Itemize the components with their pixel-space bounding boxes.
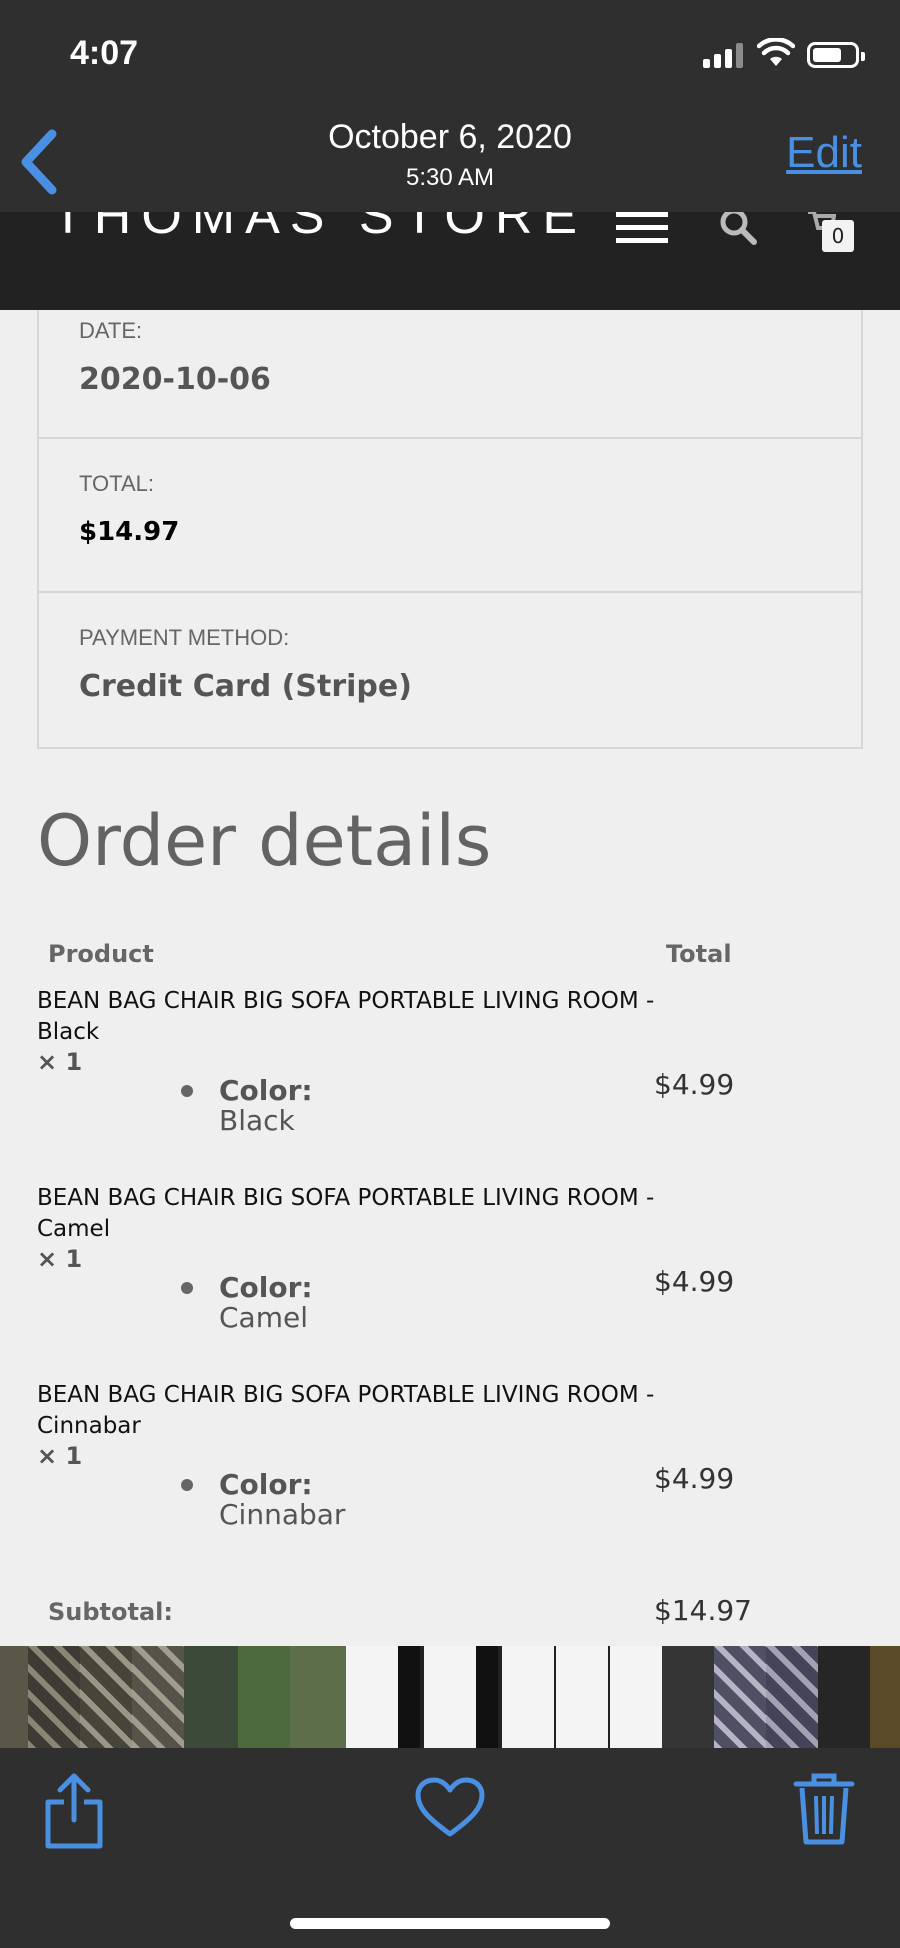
- column-header-product: Product: [48, 940, 154, 968]
- payment-method-value: Credit Card (Stripe): [79, 669, 412, 704]
- product-quantity: × 1: [37, 1048, 83, 1076]
- photo-thumbnail[interactable]: [870, 1646, 900, 1748]
- order-details-title: Order details: [37, 800, 492, 882]
- photo-thumbnail[interactable]: [662, 1646, 714, 1748]
- photo-thumbnail[interactable]: [238, 1646, 290, 1748]
- heart-icon[interactable]: [414, 1776, 486, 1840]
- product-meta-key: Color:: [219, 1468, 313, 1501]
- trash-icon[interactable]: [792, 1770, 856, 1846]
- product-meta-value: Camel: [219, 1301, 308, 1334]
- line-item-total: $4.99: [654, 1462, 735, 1495]
- search-icon[interactable]: [718, 212, 758, 246]
- product-name-link[interactable]: BEAN BAG CHAIR BIG SOFA PORTABLE LIVING …: [37, 1183, 657, 1245]
- photo-thumbnail[interactable]: [184, 1646, 238, 1748]
- home-indicator[interactable]: [290, 1918, 610, 1929]
- photo-thumbnail[interactable]: [476, 1646, 498, 1748]
- status-bar: 4:07: [0, 0, 900, 110]
- order-date-label: DATE:: [79, 318, 143, 343]
- list-bullet: [181, 1479, 193, 1491]
- cart-count-badge: 0: [822, 220, 854, 252]
- product-meta-value: Black: [219, 1104, 295, 1137]
- order-date-value: 2020-10-06: [79, 362, 271, 397]
- photo-thumbnail[interactable]: [818, 1646, 870, 1748]
- cellular-signal-icon: [703, 42, 747, 68]
- photo-thumbnail[interactable]: [398, 1646, 420, 1748]
- photo-header: October 6, 2020 5:30 AM Edit: [0, 110, 900, 212]
- order-total: TOTAL: $14.97: [39, 439, 861, 593]
- product-meta-key: Color:: [219, 1074, 313, 1107]
- order-overview: DATE: 2020-10-06 TOTAL: $14.97 PAYMENT M…: [37, 310, 863, 749]
- product-meta-key: Color:: [219, 1271, 313, 1304]
- product-meta-value: Cinnabar: [219, 1498, 346, 1531]
- photo-thumbnail-strip[interactable]: [0, 1646, 900, 1748]
- order-date: DATE: 2020-10-06: [39, 310, 861, 439]
- photo-thumbnail[interactable]: [502, 1646, 554, 1748]
- list-bullet: [181, 1085, 193, 1097]
- product-name-link[interactable]: BEAN BAG CHAIR BIG SOFA PORTABLE LIVING …: [37, 986, 657, 1048]
- order-total-label: TOTAL:: [79, 471, 154, 496]
- line-item-total: $4.99: [654, 1265, 735, 1298]
- photo-thumbnail[interactable]: [28, 1646, 80, 1748]
- subtotal-value: $14.97: [654, 1594, 752, 1627]
- store-logo[interactable]: THOMAS STORE: [52, 212, 587, 246]
- photo-thumbnail[interactable]: [424, 1646, 476, 1748]
- store-header: THOMAS STORE 0: [0, 212, 900, 310]
- bottom-toolbar: [0, 1748, 900, 1948]
- edit-button[interactable]: Edit: [786, 128, 862, 178]
- photo-thumbnail[interactable]: [290, 1646, 346, 1748]
- product-quantity: × 1: [37, 1245, 83, 1273]
- order-payment-method: PAYMENT METHOD: Credit Card (Stripe): [39, 593, 861, 747]
- line-item-total: $4.99: [654, 1068, 735, 1101]
- photo-thumbnail[interactable]: [132, 1646, 184, 1748]
- share-icon[interactable]: [42, 1770, 106, 1850]
- photo-date: October 6, 2020: [328, 118, 572, 156]
- photo-thumbnail[interactable]: [80, 1646, 132, 1748]
- photo-thumbnail[interactable]: [714, 1646, 766, 1748]
- payment-method-label: PAYMENT METHOD:: [79, 625, 290, 650]
- photo-thumbnail[interactable]: [766, 1646, 818, 1748]
- photo-thumbnail[interactable]: [346, 1646, 398, 1748]
- status-time: 4:07: [70, 34, 139, 72]
- hamburger-menu-icon[interactable]: [616, 212, 668, 244]
- list-bullet: [181, 1282, 193, 1294]
- product-quantity: × 1: [37, 1442, 83, 1470]
- photo-time: 5:30 AM: [405, 164, 495, 191]
- photo-thumbnail[interactable]: [610, 1646, 662, 1748]
- column-header-total: Total: [666, 940, 732, 968]
- photo-thumbnail[interactable]: [0, 1646, 28, 1748]
- subtotal-label: Subtotal:: [48, 1598, 174, 1626]
- battery-icon: [807, 42, 865, 68]
- order-total-value: $14.97: [79, 517, 180, 547]
- photo-thumbnail[interactable]: [556, 1646, 608, 1748]
- wifi-icon: [757, 38, 795, 66]
- product-name-link[interactable]: BEAN BAG CHAIR BIG SOFA PORTABLE LIVING …: [37, 1380, 657, 1442]
